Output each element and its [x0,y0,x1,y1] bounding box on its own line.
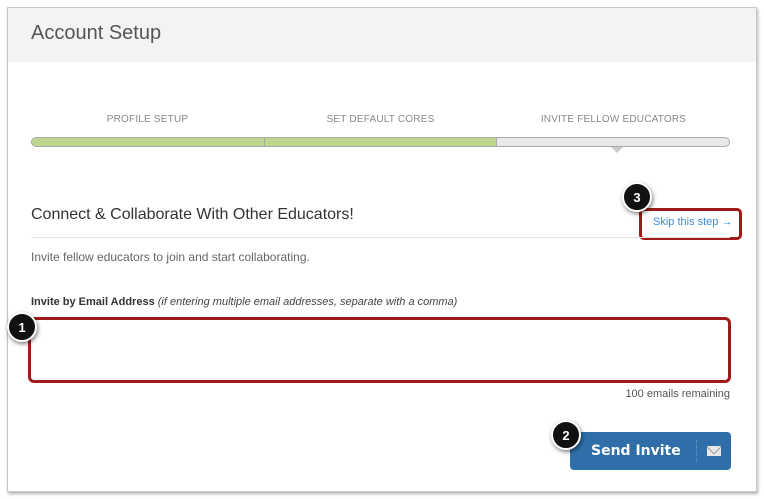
button-separator [695,440,697,462]
progress-bar [31,137,730,147]
send-invite-label: Send Invite [591,443,681,459]
divider [31,237,730,238]
email-label: Invite by Email Address (if entering mul… [31,296,457,308]
callout-badge-2: 2 [551,420,581,450]
callout-badge-1: 1 [7,312,37,342]
current-step-caret-icon [611,147,623,153]
section-description: Invite fellow educators to join and star… [31,250,310,264]
email-label-text: Invite by Email Address [31,296,155,308]
step-profile-setup: PROFILE SETUP [106,114,189,125]
step-set-default-cores: SET DEFAULT CORES [326,114,435,125]
header: Account Setup [8,8,756,62]
account-setup-panel: Account Setup PROFILE SETUP SET DEFAULT … [7,7,757,492]
progress-segment [264,138,498,146]
progress-segment [32,138,265,146]
page-title: Account Setup [31,22,162,44]
progress-segment [497,138,729,146]
callout-badge-3: 3 [622,182,652,212]
step-labels: PROFILE SETUP SET DEFAULT CORES INVITE F… [31,114,730,125]
email-input[interactable] [28,317,731,383]
envelope-icon [706,446,721,456]
email-hint: (if entering multiple email addresses, s… [157,296,458,308]
step-invite-fellow-educators: INVITE FELLOW EDUCATORS [540,114,687,125]
send-invite-button[interactable]: Send Invite [570,432,731,470]
skip-step-link[interactable]: Skip this step → [653,216,732,228]
section-heading: Connect & Collaborate With Other Educato… [31,206,354,223]
emails-remaining: 100 emails remaining [625,388,730,400]
